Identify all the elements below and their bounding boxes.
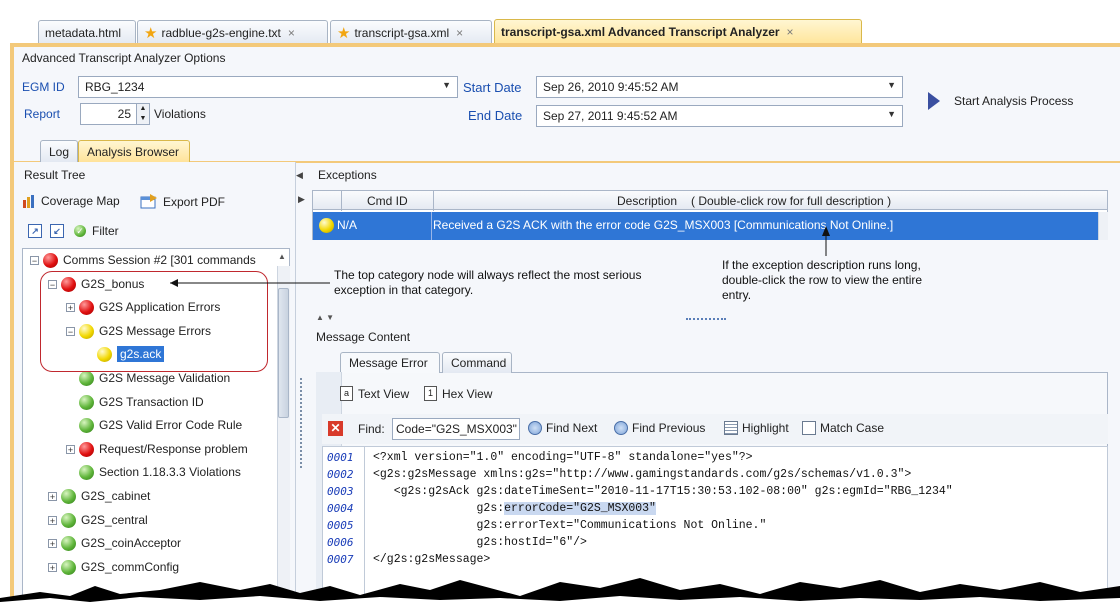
exception-annotation: If the exception description runs long, … [722,258,923,302]
annotation-arrows [170,226,830,287]
tree-annotation: The top category node will always reflec… [334,268,642,297]
torn-edge [0,578,1120,605]
